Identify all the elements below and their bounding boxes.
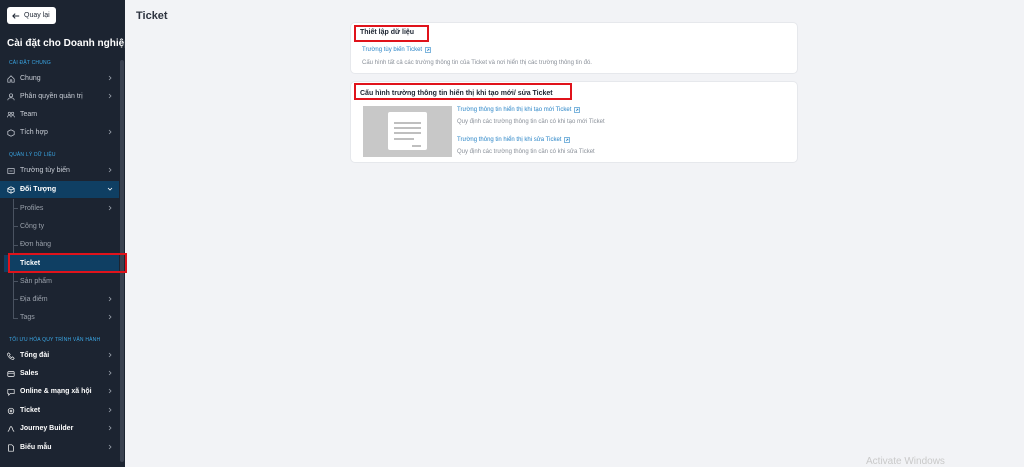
sidebar-item-tich-hop[interactable]: Tích hợp [0, 124, 119, 141]
sidebar-subitem-label: Tags [20, 314, 35, 321]
sidebar-item-doi-tuong[interactable]: Đối Tượng [0, 181, 119, 198]
sidebar-item-label: Team [20, 111, 38, 118]
sidebar-subitem-don-hang[interactable]: Đơn hàng [0, 236, 119, 253]
sidebar-item-chung[interactable]: Chung [0, 70, 119, 87]
chevron-right-icon [108, 205, 112, 211]
create-fields-description: Quy định các trường thông tin cần có khi… [457, 119, 605, 125]
chevron-right-icon [108, 444, 112, 450]
sidebar-item-truong-tuy-bien[interactable]: Trường tùy biến [0, 162, 119, 179]
sidebar-item-sales[interactable]: Sales [0, 365, 119, 382]
form-thumbnail [363, 106, 452, 157]
settings-icon [7, 407, 15, 415]
sidebar-subitem-label: Profiles [20, 205, 44, 212]
sidebar-item-label: Journey Builder [20, 425, 74, 432]
sidebar-item-label: Sales [20, 370, 39, 377]
link-label: Trường thông tin hiển thị khi sửa Ticket [457, 137, 562, 143]
external-link-icon [564, 137, 571, 143]
form-icon [7, 167, 15, 175]
sidebar-title: Cài đặt cho Doanh nghiệp [7, 38, 125, 49]
back-button[interactable]: Quay lại [7, 7, 56, 24]
link-label: Trường tùy biến Ticket [362, 47, 423, 53]
chevron-right-icon [108, 314, 112, 320]
sidebar-subitem-label: Công ty [20, 223, 45, 230]
sidebar: Quay lại Cài đặt cho Doanh nghiệp CÀI ĐẶ… [0, 0, 125, 467]
chevron-right-icon [108, 407, 112, 413]
sidebar-item-ticket[interactable]: Ticket [0, 402, 119, 419]
sales-icon [7, 370, 15, 378]
custom-fields-link[interactable]: Trường tùy biến Ticket [362, 47, 431, 53]
chevron-right-icon [108, 370, 112, 376]
chevron-right-icon [108, 129, 112, 135]
chevron-right-icon [108, 425, 112, 431]
section-data: QUẢN LÝ DỮ LIỆU [9, 152, 56, 158]
chevron-right-icon [108, 352, 112, 358]
sidebar-item-online[interactable]: Online & mạng xã hội [0, 383, 119, 400]
document-thumbnail-icon [388, 112, 427, 150]
sidebar-subitem-profiles[interactable]: Profiles [0, 200, 119, 217]
highlight-box-card1-title [354, 25, 429, 42]
sidebar-item-label: Đối Tượng [20, 186, 57, 193]
sidebar-subitem-label: Địa điểm [20, 296, 48, 303]
sidebar-item-label: Phân quyền quản trị [20, 93, 83, 100]
sidebar-subitem-cong-ty[interactable]: Công ty [0, 218, 119, 235]
phone-icon [7, 351, 15, 360]
sidebar-item-bieu-mau[interactable]: Biểu mẫu [0, 439, 119, 456]
document-icon [7, 443, 15, 452]
page-title: Ticket [136, 10, 168, 22]
sidebar-item-label: Chung [20, 75, 41, 82]
sidebar-subitem-tags[interactable]: Tags [0, 309, 119, 326]
external-link-icon [425, 47, 431, 53]
chevron-right-icon [108, 75, 112, 81]
sidebar-item-team[interactable]: Team [0, 106, 119, 123]
journey-icon [7, 425, 15, 433]
link-label: Trường thông tin hiển thị khi tạo mới Ti… [457, 107, 572, 113]
chat-icon [7, 388, 15, 396]
sidebar-item-label: Ticket [20, 407, 41, 414]
chevron-right-icon [108, 93, 112, 99]
external-link-icon [574, 107, 581, 113]
sidebar-item-label: Online & mạng xã hội [20, 388, 92, 395]
section-general: CÀI ĐẶT CHUNG [9, 60, 51, 66]
user-icon [7, 92, 15, 101]
team-icon [7, 111, 15, 119]
sidebar-item-phan-quyen[interactable]: Phân quyền quản trị [0, 88, 119, 105]
highlight-box-ticket-nav [8, 253, 127, 273]
cube-icon [7, 185, 15, 194]
back-button-label: Quay lại [24, 12, 50, 19]
edit-fields-description: Quy định các trường thông tin cần có khi… [457, 149, 595, 155]
sidebar-subitem-label: Sản phẩm [20, 278, 52, 285]
edit-fields-link[interactable]: Trường thông tin hiển thị khi sửa Ticket [457, 137, 571, 143]
sidebar-subitem-dia-diem[interactable]: Địa điểm [0, 291, 119, 308]
activate-windows-watermark: Activate Windows [866, 456, 945, 467]
sidebar-item-label: Tổng đài [20, 352, 50, 359]
section-optimize: TỐI ƯU HÓA QUY TRÌNH VẬN HÀNH [9, 337, 101, 343]
sidebar-item-label: Biểu mẫu [20, 444, 52, 451]
sidebar-item-label: Trường tùy biến [20, 167, 70, 174]
sidebar-item-label: Tích hợp [20, 129, 48, 136]
sidebar-subitem-label: Đơn hàng [20, 241, 52, 248]
chevron-right-icon [108, 296, 112, 302]
chevron-right-icon [108, 388, 112, 394]
chevron-down-icon [107, 187, 113, 191]
create-fields-link[interactable]: Trường thông tin hiển thị khi tạo mới Ti… [457, 107, 581, 113]
sidebar-item-journey-builder[interactable]: Journey Builder [0, 420, 119, 437]
chevron-right-icon [108, 167, 112, 173]
home-icon [7, 74, 15, 83]
highlight-box-card2-title [354, 83, 572, 100]
arrow-left-icon [12, 12, 20, 19]
sidebar-item-tong-dai[interactable]: Tổng đài [0, 347, 119, 364]
sidebar-subitem-san-pham[interactable]: Sản phẩm [0, 273, 119, 290]
integration-icon [7, 128, 15, 137]
card-description: Cấu hình tất cả các trường thông tin của… [362, 60, 592, 66]
